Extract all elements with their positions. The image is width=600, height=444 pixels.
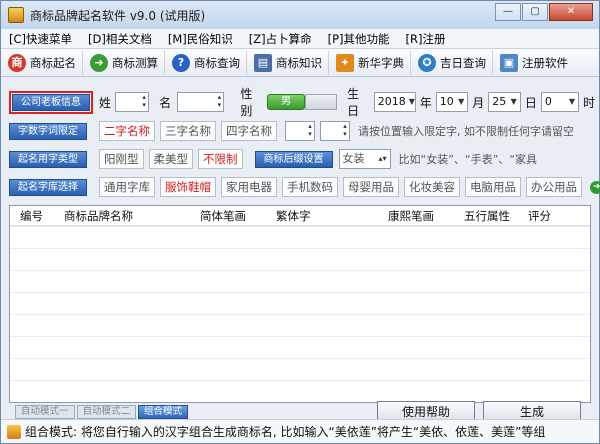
gender-toggle-track[interactable] (304, 94, 338, 110)
mode-combo-tab[interactable]: 组合模式 (138, 405, 189, 419)
minimize-button[interactable]: — (495, 3, 521, 21)
menu-folk[interactable]: [M]民俗知识 (160, 29, 241, 49)
toolbar-label: 商标查询 (194, 55, 240, 70)
library-general[interactable]: 通用字库 (99, 177, 155, 197)
toolbar-trademark-naming-button[interactable]: 商 商标起名 (5, 50, 83, 75)
hour-unit: 时 (583, 95, 596, 110)
toolbar: 商 商标起名 ➜ 商标测算 ? 商标查询 ▤ 商标知识 ✦ 新华字典 ✪ 吉日查… (1, 49, 599, 77)
owner-info-row: 公司老板信息 姓 名 性别 男 生日 2018▼ 年 10▼ 月 25▼ 日 0… (9, 85, 599, 119)
trademark-icon: 商 (8, 53, 26, 72)
mode-tabs: 自动模式一 自动模式二 组合模式 (15, 405, 190, 419)
menu-divination[interactable]: [Z]占卜算命 (241, 29, 320, 49)
toolbar-register-button[interactable]: ▣ 注册软件 (497, 51, 574, 75)
toolbar-lucky-day-button[interactable]: ✪ 吉日查询 (415, 50, 493, 75)
suffix-hint: 比如“女装”、“手表”、“家具 (398, 153, 538, 166)
char-position-2[interactable] (320, 121, 350, 141)
calendar-icon: ✪ (418, 53, 436, 72)
library-row: 起名字库选择 通用字库 服饰鞋帽 家用电器 手机数码 母婴用品 化妆美容 电脑用… (9, 177, 600, 197)
library-baby[interactable]: 母婴用品 (343, 177, 399, 197)
table-header: 编号 商标品牌名称 简体笔画 繁体字 康熙笔画 五行属性 评分 (10, 206, 590, 226)
toolbar-dictionary-button[interactable]: ✦ 新华字典 (333, 50, 411, 75)
day-unit: 日 (524, 95, 537, 110)
close-button[interactable]: ✕ (549, 3, 593, 21)
book-icon: ▤ (254, 53, 272, 72)
three-char-option[interactable]: 三字名称 (160, 121, 216, 141)
menu-docs[interactable]: [D]相关文档 (80, 29, 160, 49)
library-computer[interactable]: 电脑用品 (465, 177, 521, 197)
suffix-input[interactable]: 女装 ▴▾ (338, 149, 391, 169)
suffix-setting-button[interactable]: 商标后缀设置 (254, 150, 333, 168)
table-body (10, 226, 590, 402)
toolbar-label: 商标测算 (112, 55, 158, 70)
library-office[interactable]: 办公用品 (526, 177, 582, 197)
masculine-option[interactable]: 阳刚型 (99, 149, 144, 169)
name-label: 名 (159, 95, 172, 110)
col-five-elements[interactable]: 五行属性 (464, 208, 510, 224)
toolbar-label: 商标起名 (30, 55, 76, 70)
library-select-button[interactable]: 起名字库选择 (9, 178, 87, 196)
info-icon (7, 424, 21, 439)
col-score[interactable]: 评分 (528, 208, 551, 224)
gender-toggle[interactable]: 男 (267, 94, 305, 110)
results-table[interactable]: 编号 商标品牌名称 简体笔画 繁体字 康熙笔画 五行属性 评分 (9, 205, 591, 403)
month-unit: 月 (472, 95, 485, 110)
year-unit: 年 (419, 95, 432, 110)
status-text: 组合模式: 将您自行输入的汉字组合生成商标名, 比如输入“美依莲”将产生“美依、… (25, 425, 546, 439)
col-kangxi-strokes[interactable]: 康熙笔画 (388, 208, 434, 224)
toolbar-trademark-search-button[interactable]: ? 商标查询 (169, 50, 247, 75)
toolbar-label: 新华字典 (358, 55, 404, 70)
surname-label: 姓 (99, 95, 112, 110)
col-brand-name[interactable]: 商标品牌名称 (64, 208, 133, 224)
toolbar-label: 商标知识 (276, 55, 322, 70)
windows-icon: ✦ (336, 53, 354, 72)
unlimited-option[interactable]: 不限制 (198, 149, 243, 169)
char-limit-hint: 请按位置输入限定字, 如不限制任何字请留空 (358, 125, 574, 138)
owner-info-highlight: 公司老板信息 (9, 90, 93, 114)
four-char-option[interactable]: 四字名称 (221, 121, 277, 141)
library-cosmetics[interactable]: 化妆美容 (404, 177, 460, 197)
toolbar-label: 注册软件 (522, 55, 568, 70)
birthday-label: 生日 (347, 87, 360, 118)
register-icon: ▣ (500, 53, 518, 72)
library-mobile[interactable]: 手机数码 (282, 177, 338, 197)
menu-bar: [C]快速菜单 [D]相关文档 [M]民俗知识 [Z]占卜算命 [P]其他功能 … (1, 29, 599, 49)
month-select[interactable]: 10 ▼ (435, 92, 469, 112)
owner-info-button[interactable]: 公司老板信息 (12, 93, 90, 111)
feminine-option[interactable]: 柔美型 (148, 149, 193, 169)
window-title: 商标品牌起名软件 v9.0 (试用版) (30, 8, 206, 23)
toolbar-trademark-knowledge-button[interactable]: ▤ 商标知识 (251, 50, 329, 75)
library-appliance[interactable]: 家用电器 (221, 177, 277, 197)
menu-register[interactable]: [R]注册 (398, 29, 454, 49)
year-select[interactable]: 2018 ▼ (373, 92, 416, 112)
mode-auto-1-tab[interactable]: 自动模式一 (15, 405, 75, 419)
col-simplified-strokes[interactable]: 简体笔画 (200, 208, 246, 224)
app-window: 商标品牌起名软件 v9.0 (试用版) — ▢ ✕ [C]快速菜单 [D]相关文… (0, 0, 600, 444)
name-input[interactable] (177, 92, 225, 112)
char-position-1[interactable] (285, 121, 315, 141)
char-count-row: 字数字词限定 二字名称 三字名称 四字名称 请按位置输入限定字, 如不限制任何字… (9, 121, 574, 141)
maximize-button[interactable]: ▢ (522, 3, 548, 21)
title-bar: 商标品牌起名软件 v9.0 (试用版) — ▢ ✕ (1, 1, 599, 29)
toolbar-label: 吉日查询 (440, 55, 486, 70)
toolbar-trademark-evaluate-button[interactable]: ➜ 商标测算 (87, 50, 165, 75)
col-traditional[interactable]: 繁体字 (276, 208, 311, 224)
menu-other[interactable]: [P]其他功能 (320, 29, 398, 49)
hour-select[interactable]: 0 ▼ (540, 92, 580, 112)
two-char-option[interactable]: 二字名称 (99, 121, 155, 141)
library-apparel[interactable]: 服饰鞋帽 (160, 177, 216, 197)
mode-auto-2-tab[interactable]: 自动模式二 (76, 405, 137, 419)
next-arrow-icon[interactable]: ➜ (590, 180, 600, 194)
app-logo-icon (8, 7, 24, 23)
status-bar: 组合模式: 将您自行输入的汉字组合生成商标名, 比如输入“美依莲”将产生“美依、… (1, 419, 599, 443)
char-type-button[interactable]: 起名用字类型 (9, 150, 87, 168)
menu-quick[interactable]: [C]快速菜单 (1, 29, 80, 49)
arrow-right-icon: ➜ (90, 53, 108, 72)
help-icon: ? (172, 53, 190, 72)
surname-input[interactable] (115, 92, 150, 112)
day-select[interactable]: 25 ▼ (488, 92, 521, 112)
char-style-row: 起名用字类型 阳刚型 柔美型 不限制 商标后缀设置 女装 ▴▾ 比如“女装”、“手… (9, 149, 537, 169)
char-limit-button[interactable]: 字数字词限定 (9, 122, 87, 140)
gender-label: 性别 (240, 87, 253, 118)
col-number[interactable]: 编号 (20, 208, 43, 224)
